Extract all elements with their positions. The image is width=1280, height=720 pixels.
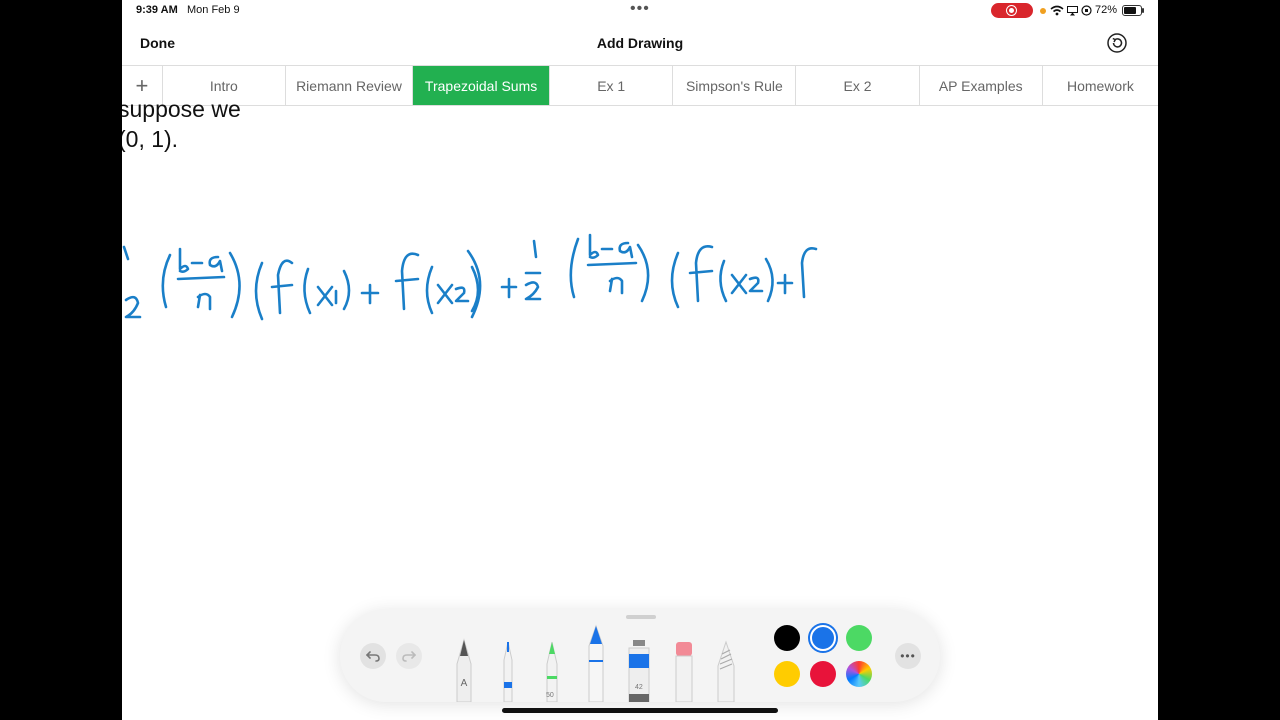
screen-recording-icon[interactable] [991,3,1033,18]
multitasking-dots-icon[interactable]: ••• [630,0,650,18]
color-red[interactable] [810,661,836,687]
color-green[interactable] [846,625,872,651]
lasso-tool-icon[interactable] [716,640,736,702]
more-icon: ••• [900,649,916,663]
color-yellow[interactable] [774,661,800,687]
done-button[interactable]: Done [140,35,175,51]
watercolor-tool-icon[interactable] [626,640,652,702]
color-black[interactable] [774,625,800,651]
status-time: 9:39 AM [136,4,178,16]
tab-simpsons-rule[interactable]: Simpson's Rule [673,66,797,105]
monoline-tool-icon[interactable] [498,638,518,702]
pen-tool-icon[interactable]: A [454,638,474,702]
eraser-tool-icon[interactable] [674,640,694,702]
tab-ap-examples[interactable]: AP Examples [920,66,1043,105]
tab-trapezoidal-sums[interactable]: Trapezoidal Sums [413,66,551,105]
tab-ex-2[interactable]: Ex 2 [796,66,920,105]
color-blue-selected[interactable] [810,625,836,651]
color-picker-icon[interactable] [846,661,872,687]
status-date: Mon Feb 9 [187,4,240,16]
drawing-canvas[interactable]: suppose we (0, 1). [122,96,1158,605]
svg-text:A: A [461,678,468,689]
tab-ex-1[interactable]: Ex 1 [550,66,674,105]
airplay-icon [1067,6,1078,16]
tab-riemann-review[interactable]: Riemann Review [286,66,414,105]
tab-homework[interactable]: Homework [1043,66,1158,105]
marker-width-label: 50 [546,692,554,699]
canvas-text-line-1: suppose we [122,96,241,122]
plus-icon: + [135,72,149,98]
battery-percent: 72% [1095,4,1118,16]
fountain-pen-tool-icon[interactable] [586,624,606,702]
home-indicator[interactable] [502,708,778,713]
more-button[interactable]: ••• [895,643,921,669]
drawing-toolbar: A 50 42 ••• [340,610,940,702]
history-icon[interactable] [1106,32,1128,54]
ipad-screen: 9:39 AM Mon Feb 9 ••• 72% Add Drawing Do… [122,0,1158,720]
handwritten-formula [122,233,818,321]
wifi-icon [1050,5,1064,16]
battery-icon [1122,5,1144,16]
section-tabs: + Intro Riemann Review Trapezoidal Sums … [122,65,1158,106]
orientation-lock-icon [1081,5,1092,16]
canvas-text-line-2: (0, 1). [122,126,179,152]
redo-button[interactable] [396,643,422,669]
redo-icon [402,651,416,662]
watercolor-width-label: 42 [635,684,643,691]
status-bar: 9:39 AM Mon Feb 9 ••• 72% [122,0,1158,22]
mic-indicator-icon [1040,8,1046,14]
toolbar-grabber[interactable] [626,615,656,619]
undo-button[interactable] [360,643,386,669]
undo-icon [366,651,380,662]
page-title: Add Drawing [596,35,684,51]
nav-bar: Add Drawing Done [122,22,1158,65]
